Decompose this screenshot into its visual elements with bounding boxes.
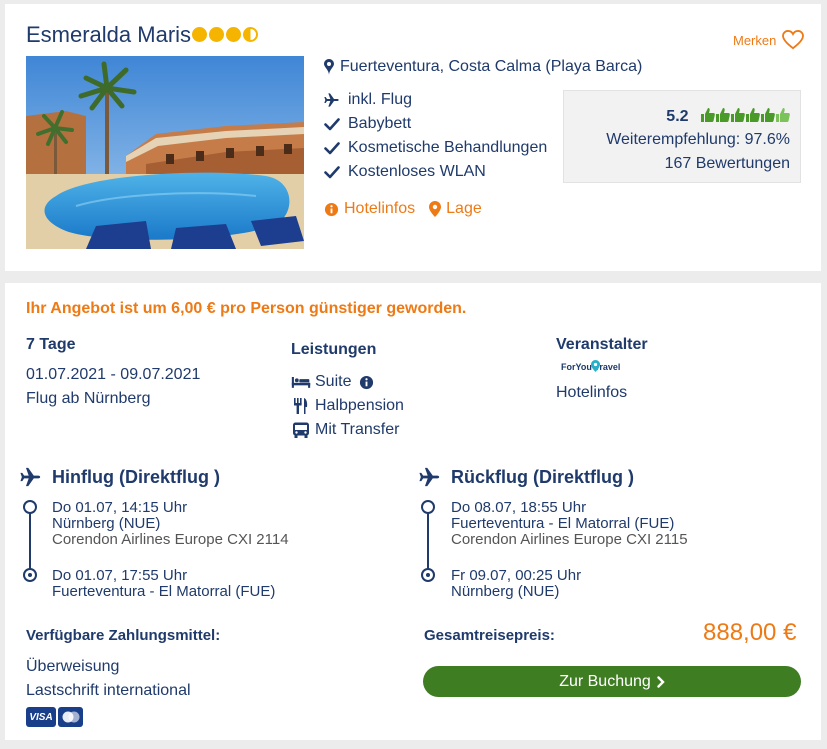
bus-icon [293, 422, 309, 438]
plane-icon [419, 467, 440, 487]
feature-label: Kostenloses WLAN [348, 163, 486, 180]
total-price-label: Gesamtreisepreis: [424, 627, 555, 644]
outbound-flight-header: Hinflug (Direktflug ) [20, 466, 220, 488]
map-pin-icon [591, 360, 600, 372]
return-arr-time: Fr 09.07, 00:25 Uhr [451, 567, 582, 584]
star-rating [192, 27, 258, 42]
feature-item: Kostenloses WLAN [324, 163, 486, 181]
thumbs-up-icon [731, 108, 745, 122]
feature-item: Babybett [324, 115, 411, 133]
thumbs-up-icon [761, 108, 775, 122]
hotel-photo[interactable] [26, 56, 304, 249]
return-dep-airport: Fuerteventura - El Matorral (FUE) [451, 515, 675, 532]
bed-icon [291, 377, 311, 388]
outbound-arr-time: Do 01.07, 17:55 Uhr [52, 567, 188, 584]
mastercard-icon [58, 707, 83, 727]
merken-button[interactable]: Merken [733, 30, 805, 50]
service-transfer: Mit Transfer [291, 421, 399, 439]
return-airline: Corendon Airlines Europe CXI 2115 [451, 531, 688, 548]
arrival-dot [421, 568, 435, 582]
return-dep-time: Do 08.07, 18:55 Uhr [451, 499, 587, 516]
payment-method: Überweisung [26, 658, 120, 675]
cutlery-icon [294, 398, 308, 414]
hotel-location: Fuerteventura, Costa Calma (Playa Barca) [324, 58, 642, 76]
outbound-title: Hinflug (Direktflug ) [52, 466, 220, 487]
outbound-dep-time: Do 01.07, 14:15 Uhr [52, 499, 188, 516]
plane-icon [324, 93, 339, 107]
service-board-label: Halbpension [315, 397, 404, 414]
feature-label: Babybett [348, 115, 412, 132]
offer-card: Ihr Angebot ist um 6,00 € pro Person gün… [5, 283, 821, 740]
heart-icon [782, 30, 805, 50]
map-pin-icon [324, 59, 334, 75]
operator-logo: ForYou Travel [561, 360, 620, 372]
recommendation-text: Weiterempfehlung: 97.6% [606, 131, 790, 148]
hotelinfos-label: Hotelinfos [344, 200, 416, 217]
return-timeline [427, 511, 429, 575]
check-icon [324, 118, 340, 131]
feature-item: inkl. Flug [324, 91, 412, 109]
info-icon [324, 202, 339, 216]
payment-title: Verfügbare Zahlungsmittel: [26, 627, 221, 644]
rating-score-row: 5.2 [666, 107, 790, 126]
hotel-card: Esmeralda Maris Merken Fuerteventura, Co… [5, 4, 821, 271]
map-pin-icon [429, 201, 442, 217]
rating-score: 5.2 [666, 108, 689, 125]
thumbs-up-icon [716, 108, 730, 122]
lage-label: Lage [446, 200, 482, 217]
chevron-right-icon [657, 675, 665, 688]
info-icon[interactable] [359, 375, 374, 390]
thumbs-up-icon [746, 108, 760, 122]
half-star-icon [243, 27, 258, 42]
lage-link[interactable]: Lage [429, 200, 482, 218]
departure-dot [23, 500, 37, 514]
service-transfer-label: Mit Transfer [315, 421, 400, 438]
return-flight-header: Rückflug (Direktflug ) [419, 466, 634, 488]
service-room-label: Suite [315, 373, 352, 390]
star-icon [192, 27, 207, 42]
hotel-links: Hotelinfos Lage [324, 200, 482, 218]
return-arr-airport: Nürnberg (NUE) [451, 583, 560, 600]
rating-box[interactable]: 5.2 Weiterempfehlung: 97.6% 167 Bewertun… [563, 90, 801, 183]
trip-duration: 7 Tage [26, 336, 76, 353]
feature-label: inkl. Flug [348, 91, 413, 108]
total-price: 888,00 € [703, 619, 797, 646]
arrival-dot [23, 568, 37, 582]
visa-card-icon: VISA [26, 707, 56, 727]
service-room: Suite [291, 373, 374, 391]
outbound-arr-airport: Fuerteventura - El Matorral (FUE) [52, 583, 276, 600]
location-text: Fuerteventura, Costa Calma (Playa Barca) [340, 58, 643, 75]
price-change-notice: Ihr Angebot ist um 6,00 € pro Person gün… [26, 300, 467, 317]
thumbs-rating [701, 107, 790, 123]
book-button[interactable]: Zur Buchung [423, 666, 801, 697]
payment-method: Lastschrift international [26, 682, 191, 699]
merken-label: Merken [733, 32, 777, 48]
outbound-dep-airport: Nürnberg (NUE) [52, 515, 161, 532]
hotelinfos-link[interactable]: Hotelinfos [324, 200, 415, 218]
thumbs-up-icon [776, 108, 790, 122]
check-icon [324, 142, 340, 155]
service-board: Halbpension [291, 397, 404, 415]
review-count[interactable]: 167 Bewertungen [665, 155, 790, 173]
return-title: Rückflug (Direktflug ) [451, 466, 634, 487]
operator-title: Veranstalter [556, 336, 648, 353]
feature-item: Kosmetische Behandlungen [324, 139, 547, 157]
outbound-airline: Corendon Airlines Europe CXI 2114 [52, 531, 289, 548]
book-button-label: Zur Buchung [559, 672, 651, 690]
star-icon [226, 27, 241, 42]
outbound-timeline [29, 511, 31, 575]
visa-label: VISA [29, 711, 53, 723]
check-icon [324, 166, 340, 179]
operator-hotelinfos-link[interactable]: Hotelinfos [556, 384, 627, 402]
feature-label: Kosmetische Behandlungen [348, 139, 548, 156]
trip-dates: 01.07.2021 - 09.07.2021 [26, 366, 201, 383]
departure-airport: Flug ab Nürnberg [26, 390, 151, 407]
departure-dot [421, 500, 435, 514]
thumbs-up-icon [701, 108, 715, 122]
services-title: Leistungen [291, 341, 377, 358]
hotel-name[interactable]: Esmeralda Maris [26, 22, 191, 48]
star-icon [209, 27, 224, 42]
plane-icon [20, 467, 41, 487]
